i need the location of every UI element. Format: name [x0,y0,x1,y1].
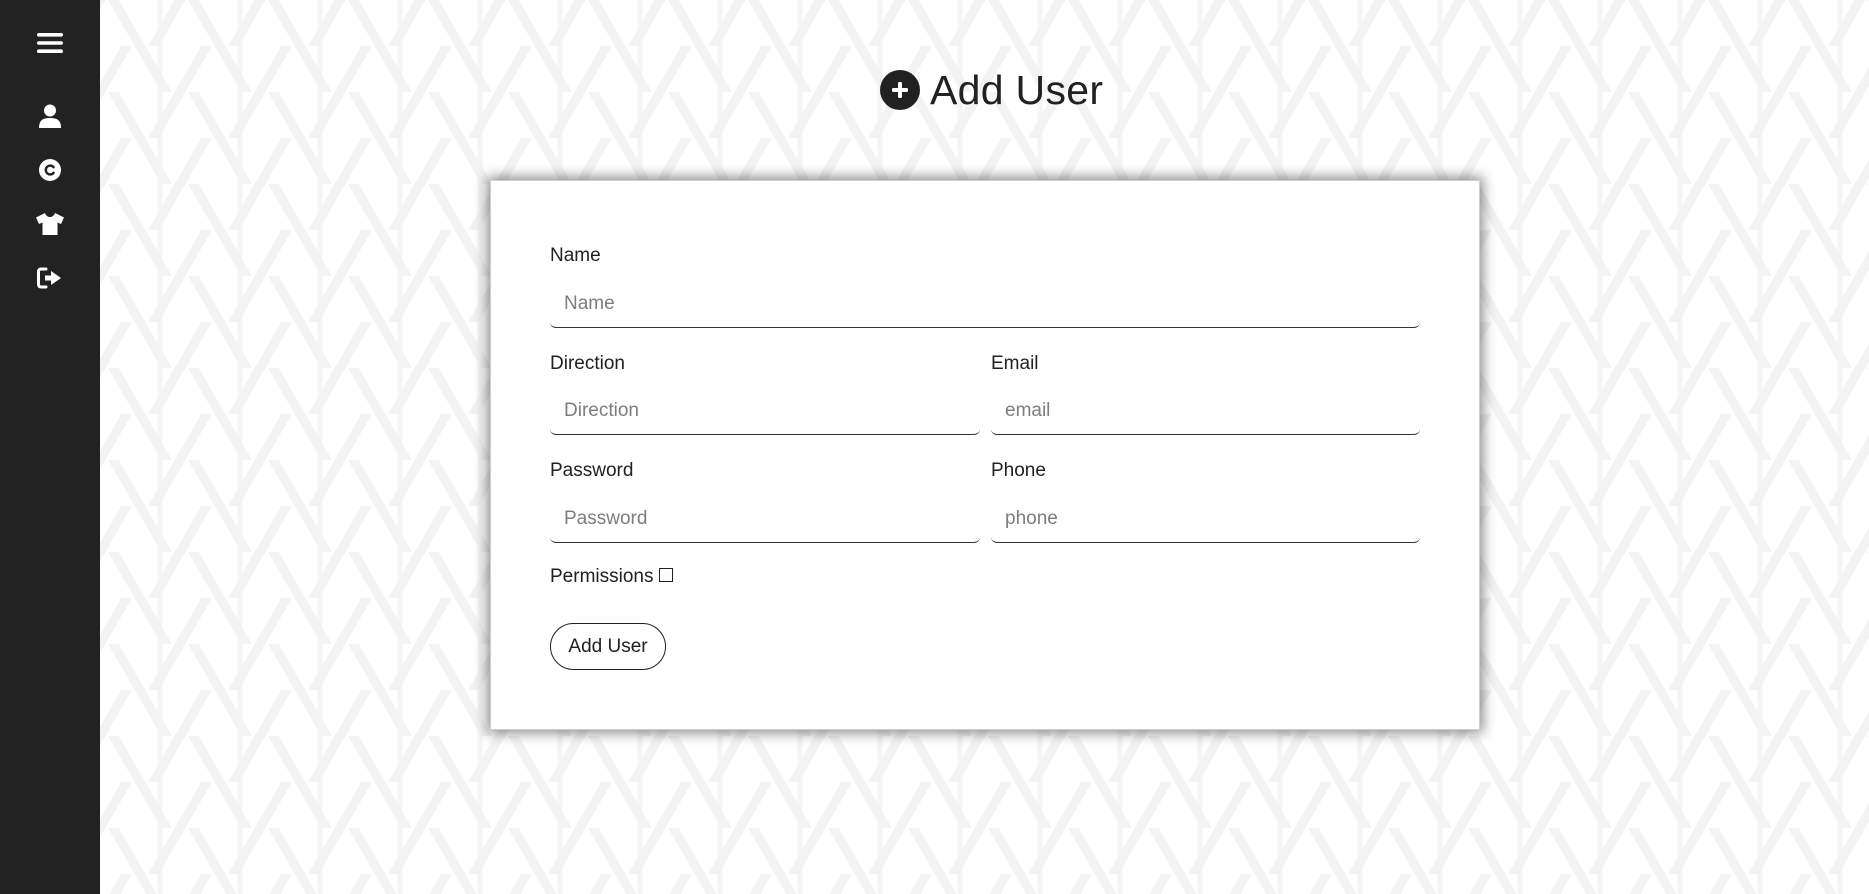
sidebar [0,0,100,894]
add-user-form: Name Direction Email Password Phone Perm… [490,180,1480,730]
name-label: Name [550,245,601,266]
tshirt-icon [36,213,64,235]
direction-label: Direction [550,353,625,374]
permissions-row: Permissions [550,566,674,588]
sidebar-item-copyright[interactable] [30,150,70,190]
password-input[interactable] [550,495,980,543]
email-input[interactable] [991,387,1420,435]
sign-out-icon [37,267,61,289]
sidebar-item-users[interactable] [30,96,70,136]
permissions-label: Permissions [550,566,654,587]
add-user-button[interactable]: Add User [550,623,666,670]
copyright-circle-icon [39,159,61,181]
plus-circle-icon [880,70,920,110]
direction-input[interactable] [550,387,980,435]
user-icon [39,104,61,128]
page-heading: Add User [880,66,1103,114]
name-input[interactable] [550,280,1420,328]
page-title: Add User [930,66,1104,113]
email-label: Email [991,353,1039,374]
sidebar-item-products[interactable] [30,204,70,244]
permissions-checkbox[interactable] [659,568,674,582]
password-label: Password [550,460,634,481]
sidebar-nav [30,96,70,312]
hamburger-menu-icon[interactable] [35,28,65,58]
sidebar-item-logout[interactable] [30,258,70,298]
phone-input[interactable] [991,495,1420,543]
phone-label: Phone [991,460,1046,481]
